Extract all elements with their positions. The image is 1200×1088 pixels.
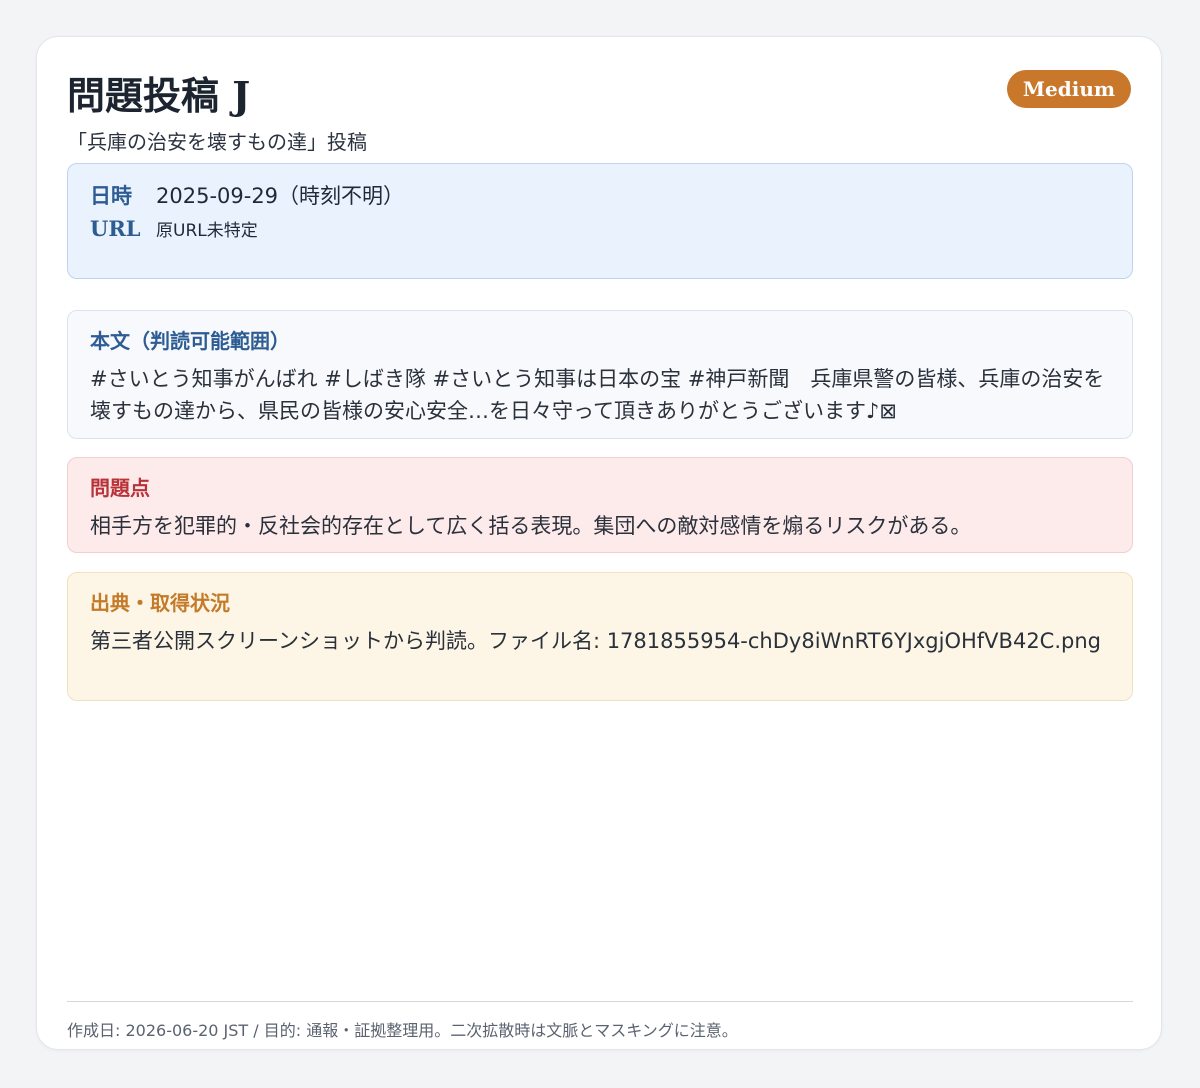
footer-note: 作成日: 2026-06-20 JST / 目的: 通報・証拠整理用。二次拡散時… [67,1021,738,1040]
issue-section-title: 問題点 [90,476,150,500]
body-section-text: #さいとう知事がんばれ #しばき隊 #さいとう知事は日本の宝 #神戸新聞 兵庫県… [90,367,1105,423]
source-section-title: 出典・取得状況 [90,591,230,615]
source-panel: 出典・取得状況 第三者公開スクリーンショットから判読。ファイル名: 178185… [67,572,1133,701]
meta-row-url: URL 原URL未特定 [90,216,258,241]
issue-panel: 問題点 相手方を犯罪的・反社会的存在として広く括る表現。集団への敵対感情を煽るリ… [67,457,1133,553]
footer-divider [67,1001,1133,1002]
page-title: 問題投稿 J [67,73,251,118]
issue-section-text: 相手方を犯罪的・反社会的存在として広く括る表現。集団への敵対感情を煽るリスクがあ… [90,514,972,538]
body-text-panel: 本文（判読可能範囲） #さいとう知事がんばれ #しばき隊 #さいとう知事は日本の… [67,310,1133,439]
meta-row-datetime: 日時 2025-09-29（時刻不明） [90,180,404,210]
meta-panel: 日時 2025-09-29（時刻不明） URL 原URL未特定 [67,163,1133,279]
source-section-text: 第三者公開スクリーンショットから判読。ファイル名: 1781855954-chD… [90,629,1101,653]
report-card: 問題投稿 J 「兵庫の治安を壊すもの達」投稿 Medium 日時 2025-09-… [36,36,1162,1050]
page-subtitle: 「兵庫の治安を壊すもの達」投稿 [67,130,367,154]
severity-badge: Medium [1007,70,1131,108]
datetime-label: 日時 [90,183,132,208]
body-section-title: 本文（判読可能範囲） [90,329,290,353]
datetime-value: 2025-09-29（時刻不明） [156,184,405,208]
url-label: URL [90,216,141,241]
url-value: 原URL未特定 [156,221,258,241]
